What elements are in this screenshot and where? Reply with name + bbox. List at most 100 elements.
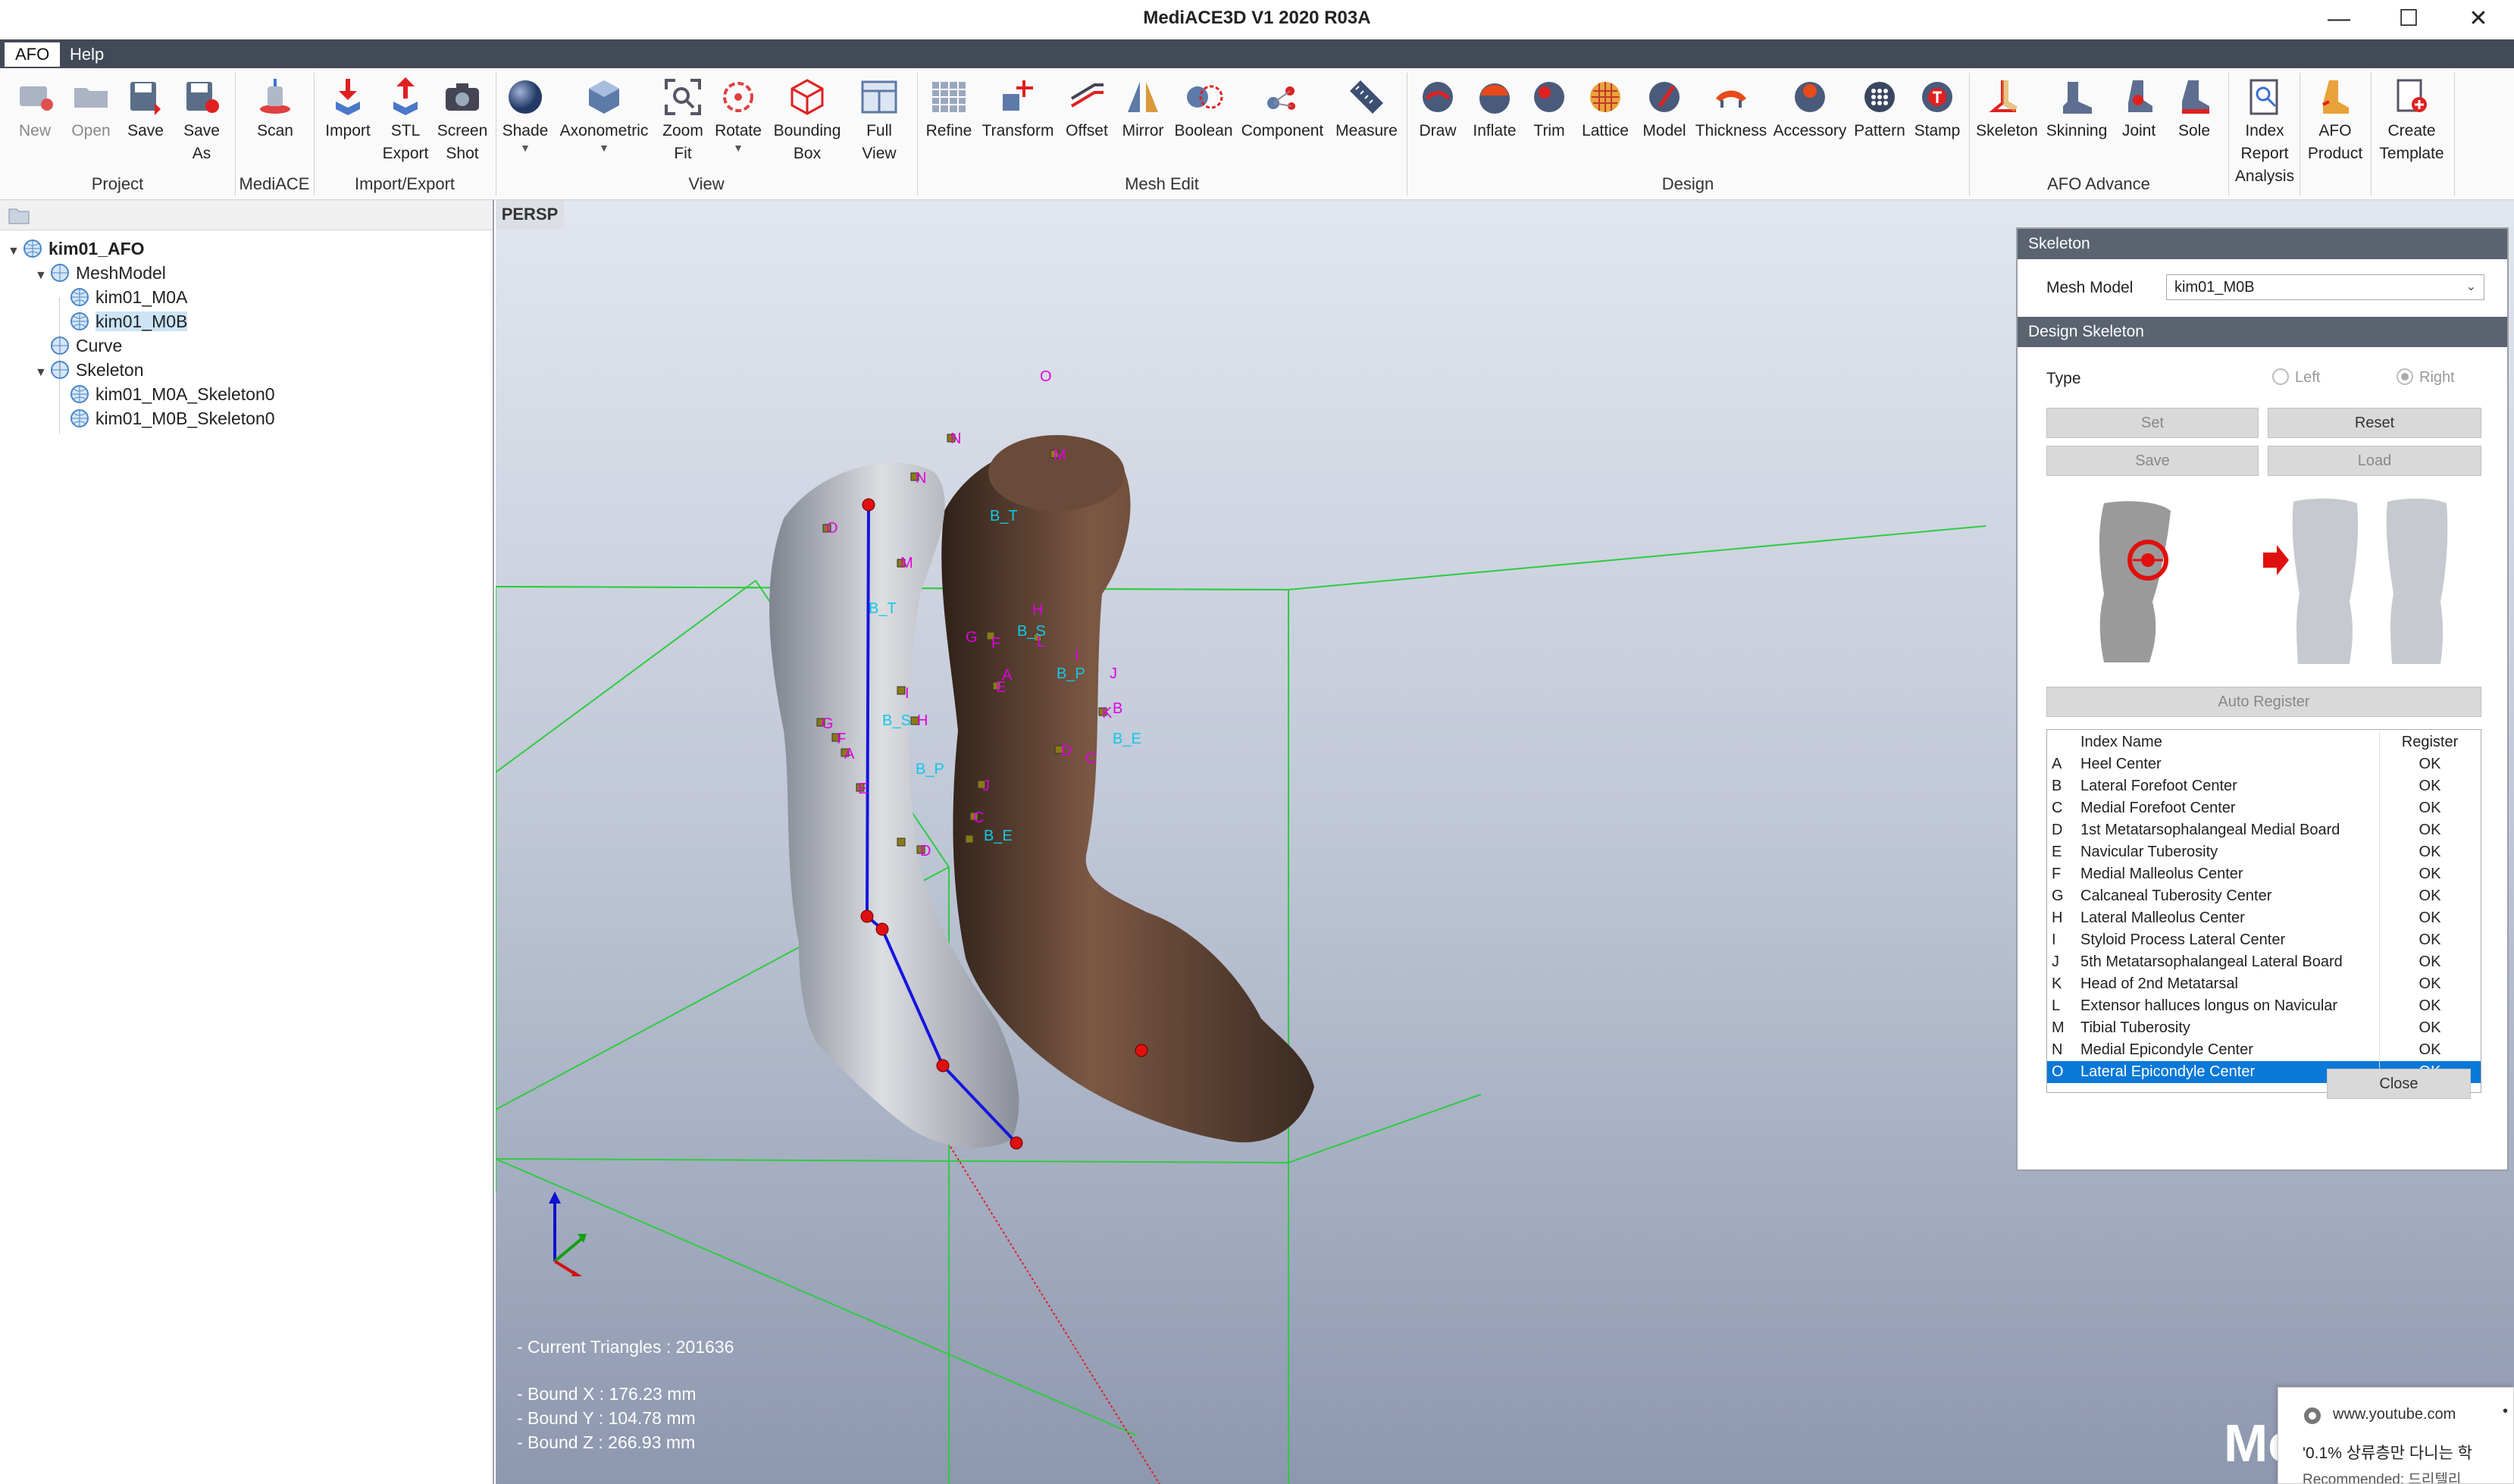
chevron-down-icon[interactable]: ▼ [35,264,50,288]
minimize-button[interactable]: — [2304,0,2374,39]
afo-product-button[interactable]: AFO Product [2301,68,2369,174]
landmark-label: D [920,843,931,859]
tree-label-root: kim01_AFO [49,239,145,258]
table-row[interactable]: D 1st Metatarsophalangeal Medial Board OK [2047,819,2481,841]
reset-button[interactable]: Reset [2268,408,2481,438]
open-button[interactable]: Open [67,68,115,174]
bounding-box-button[interactable]: Bounding Box [765,68,849,174]
screenshot-button[interactable]: Screen Shot [434,68,491,174]
chevron-down-icon[interactable]: ▼ [499,142,552,153]
measure-button[interactable]: Measure [1331,68,1402,174]
folder-icon[interactable] [8,205,30,226]
chevron-down-icon[interactable]: ▼ [8,240,23,264]
new-button[interactable]: New [11,68,59,174]
table-row[interactable]: I Styloid Process Lateral Center OK [2047,929,2481,951]
browser-notification[interactable]: www.youtube.com • '0.1% 상류층만 다니는 학 Recom… [2278,1387,2514,1484]
menu-afo[interactable]: AFO [5,42,61,67]
table-row[interactable]: J 5th Metatarsophalangeal Lateral Board OK [2047,951,2481,973]
stl-label-2: Export [382,145,429,162]
radio-right[interactable]: Right [2397,368,2455,387]
table-row[interactable]: A Heel Center OK [2047,753,2481,775]
tree-node-root[interactable]: ▼ kim01_AFO [8,236,145,261]
column-divider [2379,863,2380,885]
component-button[interactable]: Component [1235,68,1329,174]
tree-node-curve[interactable]: Curve [50,333,122,358]
tree-node-skeleton[interactable]: ▼ Skeleton [35,358,144,382]
import-button[interactable]: Import [320,68,376,174]
load-skeleton-button[interactable]: Load [2268,446,2481,476]
joint-button[interactable]: Joint [2115,68,2163,174]
model-button[interactable]: Model [1637,68,1692,174]
tree-node-meshmodel[interactable]: ▼ MeshModel [35,261,166,285]
trim-button[interactable]: Trim [1525,68,1573,174]
stamp-button[interactable]: Stamp [1910,68,1965,174]
pattern-button[interactable]: Pattern [1849,68,1910,174]
component-label: Component [1241,122,1324,139]
auto-register-button[interactable]: Auto Register [2046,687,2481,717]
close-panel-button[interactable]: Close [2327,1069,2471,1099]
rotate-button[interactable]: Rotate ▼ [711,68,765,174]
refine-icon [932,82,966,112]
maximize-button[interactable]: ☐ [2374,0,2444,39]
column-divider [2379,1039,2380,1061]
table-row[interactable]: H Lateral Malleolus Center OK [2047,907,2481,929]
mirror-label: Mirror [1122,122,1164,139]
thickness-button[interactable]: Thickness [1692,68,1770,174]
row-index-name: Lateral Epicondyle Center [2080,1063,2256,1080]
mirror-button[interactable]: Mirror [1116,68,1170,174]
joint-icon [2128,80,2152,112]
table-row[interactable]: L Extensor halluces longus on Navicular OK [2047,995,2481,1017]
group-design: Design [1661,174,1714,193]
shade-button[interactable]: Shade ▼ [499,68,552,174]
tree-label-curve: Curve [76,336,123,355]
refine-button[interactable]: Refine [922,68,976,174]
bone-label: B_E [1113,731,1141,747]
create-template-button[interactable]: Create Template [2372,68,2451,174]
radio-left[interactable]: Left [2272,368,2320,387]
draw-button[interactable]: Draw [1411,68,1464,174]
tree-node-skeleton-a[interactable]: kim01_M0A_Skeleton0 [70,382,275,406]
inflate-button[interactable]: Inflate [1466,68,1523,174]
set-button[interactable]: Set [2046,408,2259,438]
more-icon[interactable]: • [2503,1403,2508,1420]
menu-help[interactable]: Help [59,42,114,67]
table-row[interactable]: M Tibial Tuberosity OK [2047,1017,2481,1039]
full-view-button[interactable]: Full View [849,68,909,174]
chevron-down-icon[interactable]: ▼ [711,142,765,153]
table-row[interactable]: B Lateral Forefoot Center OK [2047,775,2481,797]
scan-button[interactable]: Scan [247,68,303,174]
zoom-fit-button[interactable]: Zoom Fit [656,68,709,174]
chevron-down-icon[interactable]: ▼ [35,361,50,385]
save-button[interactable]: Save [121,68,170,174]
mesh-model-select[interactable]: kim01_M0B ⌄ [2166,274,2484,300]
table-row[interactable]: K Head of 2nd Metatarsal OK [2047,973,2481,995]
index-report-button[interactable]: Index Report Analysis [2231,68,2298,185]
save-skeleton-button[interactable]: Save [2046,446,2259,476]
skeleton-button[interactable]: Skeleton [1972,68,2042,174]
tree-node-m0b[interactable]: kim01_M0B [70,309,188,333]
row-register-status: OK [2419,997,2441,1014]
table-row[interactable]: N Medial Epicondyle Center OK [2047,1039,2481,1061]
offset-button[interactable]: Offset [1060,68,1114,174]
table-row[interactable]: F Medial Malleolus Center OK [2047,863,2481,885]
save-as-button[interactable]: Save As [177,68,226,174]
table-row[interactable]: G Calcaneal Tuberosity Center OK [2047,885,2481,907]
boolean-button[interactable]: Boolean [1172,68,1235,174]
close-window-button[interactable]: ✕ [2444,0,2513,39]
sole-button[interactable]: Sole [2168,68,2221,174]
skinning-button[interactable]: Skinning [2040,68,2113,174]
transform-button[interactable]: Transform [978,68,1058,174]
table-row[interactable]: C Medial Forefoot Center OK [2047,797,2481,819]
chevron-down-icon[interactable]: ⌄ [2466,275,2476,299]
row-index-name: Medial Forefoot Center [2080,800,2236,816]
chevron-down-icon[interactable]: ▼ [555,142,653,153]
accessory-button[interactable]: Accessory [1770,68,1849,174]
lattice-button[interactable]: Lattice [1573,68,1637,174]
tree-label-skeleton-a: kim01_M0A_Skeleton0 [95,384,275,404]
tree-node-skeleton-b[interactable]: kim01_M0B_Skeleton0 [70,406,275,430]
tree-node-m0a[interactable]: kim01_M0A [70,285,187,309]
stl-export-button[interactable]: STL Export [379,68,432,174]
axonometric-button[interactable]: Axonometric ▼ [555,68,653,174]
table-row[interactable]: E Navicular Tuberosity OK [2047,841,2481,863]
row-register-status: OK [2419,909,2441,926]
